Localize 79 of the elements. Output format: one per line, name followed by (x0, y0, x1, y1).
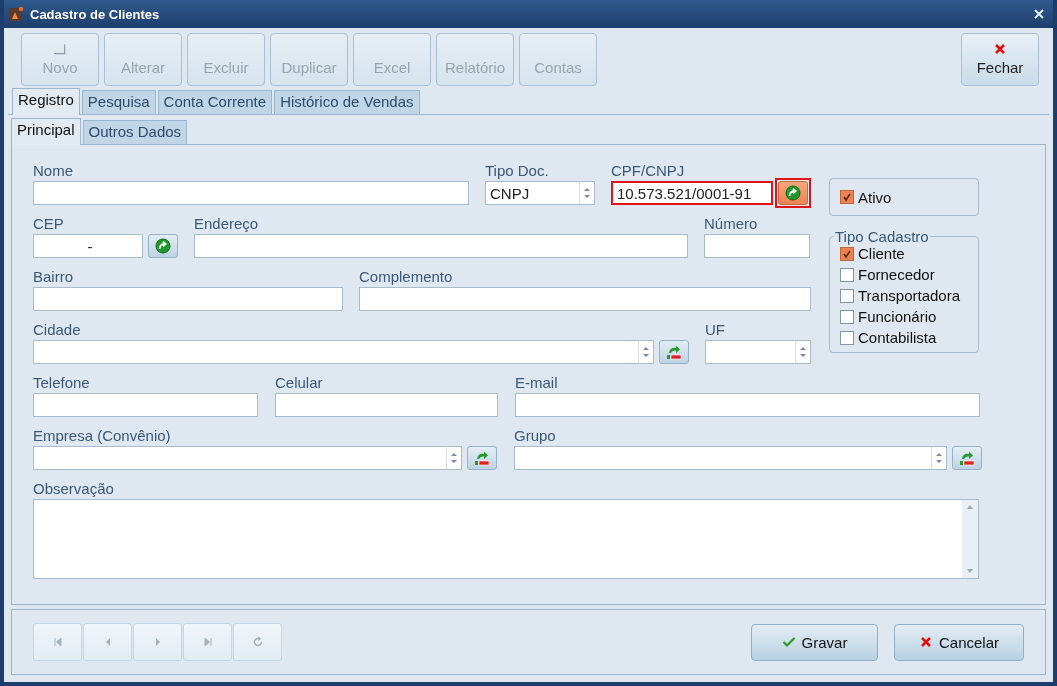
checkbox-label: Ativo (858, 188, 892, 206)
checkbox[interactable] (840, 267, 854, 282)
input-field[interactable] (514, 446, 947, 470)
tab[interactable]: Pesquisa (81, 90, 156, 114)
new-icon (53, 42, 67, 55)
tab[interactable]: Histórico de Vendas (274, 90, 420, 114)
input-field[interactable]: 10.573.521/0001-91 (611, 181, 773, 205)
checkbox-label: Transportadora (858, 287, 960, 304)
close-icon (919, 636, 933, 648)
checkbox[interactable] (840, 190, 854, 204)
close-icon (994, 42, 1006, 55)
go-icon (784, 185, 802, 201)
input-field[interactable] (33, 340, 654, 364)
tab[interactable]: Principal (11, 118, 81, 145)
app-icon (8, 6, 24, 22)
field-label: Grupo (514, 426, 557, 446)
scroll-up-icon[interactable] (965, 503, 975, 511)
field-label: Observação (33, 479, 115, 499)
field-label: Telefone (33, 373, 91, 393)
action-button[interactable] (778, 181, 808, 205)
action-button[interactable] (659, 340, 689, 364)
lookup-icon (473, 450, 491, 466)
check-icon (842, 192, 852, 202)
input-field[interactable] (33, 393, 258, 417)
action-button[interactable]: Cancelar (894, 623, 1024, 661)
scrollbar[interactable] (962, 500, 978, 578)
input-field[interactable] (33, 446, 462, 470)
tab[interactable]: Registro (12, 88, 80, 115)
field-label: Nome (33, 161, 74, 181)
input-field[interactable] (33, 287, 343, 311)
checkbox-label: Cliente (858, 245, 905, 262)
refresh-icon (251, 636, 264, 648)
checkbox[interactable] (840, 330, 854, 345)
window-title: Cadastro de Clientes (30, 6, 161, 22)
checkbox[interactable] (840, 309, 854, 324)
field-label: Endereço (194, 214, 260, 234)
input-field[interactable] (359, 287, 811, 311)
tab[interactable]: Conta Corrente (157, 90, 273, 114)
tab[interactable]: Outros Dados (82, 120, 188, 144)
field-label: Cidade (33, 320, 82, 340)
input-field[interactable] (705, 340, 811, 364)
checkbox-label: Funcionário (858, 308, 937, 325)
input-field[interactable] (33, 499, 979, 579)
skip-icon (201, 636, 214, 648)
checkbox[interactable] (840, 288, 854, 303)
input-field[interactable] (515, 393, 980, 417)
input-field[interactable] (704, 234, 810, 258)
field-label: UF (705, 320, 726, 340)
field-label: Número (704, 214, 759, 234)
field-label: E-mail (515, 373, 559, 393)
checkbox[interactable] (840, 246, 854, 261)
action-button[interactable] (467, 446, 497, 470)
checkbox-label: Contabilista (858, 329, 937, 346)
action-button[interactable] (952, 446, 982, 470)
action-button[interactable]: Gravar (751, 623, 878, 661)
close-button[interactable]: Fechar (961, 32, 1039, 86)
input-field[interactable] (33, 181, 469, 205)
checkbox-label: Fornecedor (858, 266, 935, 283)
lookup-icon (958, 450, 976, 466)
field-label: CPF/CNPJ (611, 161, 686, 181)
check-icon (842, 248, 852, 259)
check-icon (781, 636, 796, 648)
close-icon[interactable] (1033, 8, 1045, 20)
lookup-icon (665, 344, 683, 360)
field-label: Complemento (359, 267, 454, 287)
skip-icon (51, 636, 64, 648)
field-label: Tipo Doc. (485, 161, 550, 181)
field-label: Celular (275, 373, 324, 393)
group-title: Tipo Cadastro (834, 228, 930, 245)
input-field[interactable]: CNPJ (485, 181, 595, 205)
field-label: Bairro (33, 267, 74, 287)
field-label: Empresa (Convênio) (33, 426, 172, 446)
input-field[interactable] (194, 234, 688, 258)
input-field[interactable] (275, 393, 498, 417)
field-label: CEP (33, 214, 65, 234)
scroll-down-icon[interactable] (965, 567, 975, 575)
input-field[interactable]: - (33, 234, 143, 258)
action-button[interactable] (148, 234, 178, 258)
go-icon (154, 238, 172, 254)
